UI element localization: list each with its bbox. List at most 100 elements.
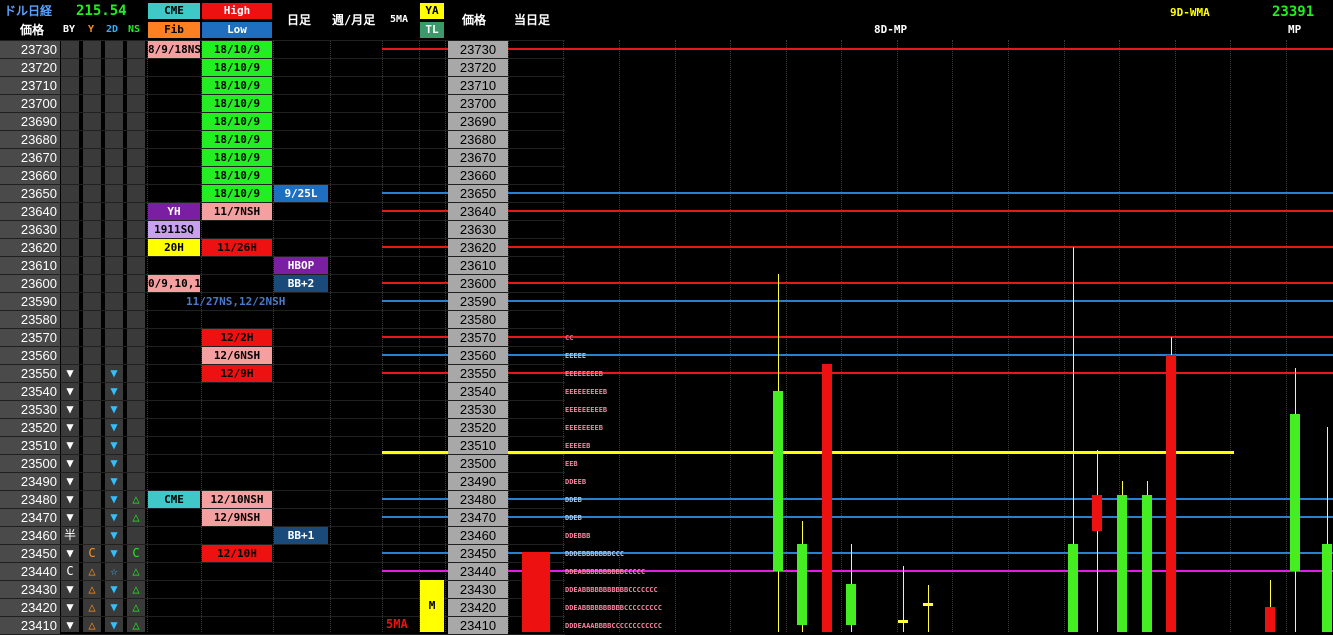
by_col-symbol: 半	[63, 528, 76, 542]
price-cell-2: 23490	[448, 473, 508, 490]
level-line-1	[382, 192, 1333, 194]
price-cell-2: 23690	[448, 113, 508, 130]
price-cell: 23540	[0, 383, 60, 400]
9d-wma-value: 23391	[1272, 4, 1315, 20]
candle-4	[846, 583, 856, 625]
mp-row-10: DDEB	[565, 514, 582, 522]
d2_col-symbol: ▼	[110, 420, 118, 434]
by-header: BY	[63, 24, 76, 35]
d2_col-symbol: ☆	[110, 564, 118, 578]
mp-row-9: DDEB	[565, 496, 582, 504]
level-line-10	[382, 516, 1333, 518]
level-line-2	[382, 210, 1333, 212]
price-cell: 23630	[0, 221, 60, 238]
high-cells-14: 12/10NSH	[202, 491, 272, 508]
ns_col-symbol: △	[132, 492, 140, 506]
price-cell-2: 23590	[448, 293, 508, 310]
high-cells-4: 18/10/9	[202, 113, 272, 130]
high-cells-2: 18/10/9	[202, 77, 272, 94]
candle-6-wick	[928, 585, 929, 632]
ns_col-symbol: △	[132, 618, 140, 632]
ns_col-symbol: C	[132, 546, 140, 560]
cme-cells-4: 0/9,10,11/6H	[148, 275, 200, 292]
ns_col-symbol: △	[132, 510, 140, 524]
price-cell: 23660	[0, 167, 60, 184]
overflow-label: 11/27NS,12/2NSH	[186, 295, 286, 308]
candle-13	[1290, 414, 1300, 571]
high-cells-11: 12/2H	[202, 329, 272, 346]
d2_col-symbol: ▼	[110, 366, 118, 380]
price-cell: 23490	[0, 473, 60, 490]
instrument-value: 215.54	[76, 3, 127, 19]
high-cells-15: 12/9NSH	[202, 509, 272, 526]
high-cells-3: 18/10/9	[202, 95, 272, 112]
by_col-symbol: ▼	[66, 474, 74, 488]
price-cell: 23560	[0, 347, 60, 364]
price-cell-2: 23640	[448, 203, 508, 220]
price-cell: 23720	[0, 59, 60, 76]
level-line-5	[382, 300, 1333, 302]
price-cell: 23530	[0, 401, 60, 418]
price-cell-2: 23440	[448, 563, 508, 580]
price-cell-2: 23560	[448, 347, 508, 364]
high-cells-16: 12/10H	[202, 545, 272, 562]
high-cells-7: 18/10/9	[202, 167, 272, 184]
cme-cells-1: YH	[148, 203, 200, 220]
price-cell: 23550	[0, 365, 60, 382]
y_col-symbol: △	[88, 618, 96, 632]
2d-header: 2D	[106, 24, 119, 35]
mp-row-15: DDEABBBBBBBBBBCCCCCCCCC	[565, 604, 662, 612]
d2_col-symbol: ▼	[110, 456, 118, 470]
price-cell-2: 23660	[448, 167, 508, 184]
price-cell: 23690	[0, 113, 60, 130]
price-cell: 23700	[0, 95, 60, 112]
price-cell-2: 23680	[448, 131, 508, 148]
by_col-symbol: ▼	[66, 492, 74, 506]
price-cell-2: 23480	[448, 491, 508, 508]
candle-12	[1265, 607, 1275, 632]
price-cell-2: 23670	[448, 149, 508, 166]
price-cell: 23420	[0, 599, 60, 616]
daily-cells-0: 9/25L	[274, 185, 328, 202]
mp-row-2: EEEEEEEEB	[565, 370, 603, 378]
price-cell: 23520	[0, 419, 60, 436]
mp-row-12: DDDEBBBBBBBCCC	[565, 550, 625, 558]
price-cell-2: 23700	[448, 95, 508, 112]
y_col-symbol: △	[88, 600, 96, 614]
tl-header: TL	[420, 22, 444, 38]
d2_col-symbol: ▼	[110, 528, 118, 542]
d2_col-symbol: ▼	[110, 438, 118, 452]
y_col-symbol: C	[88, 546, 96, 560]
price-cell-2: 23500	[448, 455, 508, 472]
d2_col-symbol: ▼	[110, 474, 118, 488]
high-cells-0: 18/10/9	[202, 41, 272, 58]
cme-cells-3: 20H	[148, 239, 200, 256]
price-cell: 23680	[0, 131, 60, 148]
high-cells-8: 18/10/9	[202, 185, 272, 202]
price-header-2: 価格	[462, 13, 487, 27]
by_col-symbol: ▼	[66, 438, 74, 452]
8d-mp-header: 8D-MP	[874, 23, 908, 36]
price-cell-2: 23420	[448, 599, 508, 616]
yellow-line	[382, 451, 1234, 454]
y_col-symbol: △	[88, 564, 96, 578]
5ma-header: 5MA	[390, 14, 409, 25]
mp-row-13: DDEABBBBBBBBBBCCCCC	[565, 568, 646, 576]
price-cell: 23640	[0, 203, 60, 220]
cme-cells-5: CME	[148, 491, 200, 508]
price-cell: 23510	[0, 437, 60, 454]
d2_col-symbol: ▼	[110, 600, 118, 614]
price-cell: 23570	[0, 329, 60, 346]
price-cell-2: 23710	[448, 77, 508, 94]
daily-header: 日足	[287, 13, 312, 27]
level-line-4	[382, 282, 1333, 284]
by_col-symbol: ▼	[66, 366, 74, 380]
header-bar: ドル日経 215.54 価格 BY Y 2D NS CME Fib High L…	[0, 0, 1333, 40]
price-cell: 23410	[0, 617, 60, 634]
ya-header: YA	[420, 3, 444, 19]
price-header: 価格	[20, 23, 45, 37]
high-cells-9: 11/7NSH	[202, 203, 272, 220]
by_col-symbol: ▼	[66, 456, 74, 470]
price-cell-2: 23610	[448, 257, 508, 274]
level-line-7	[382, 354, 1333, 356]
